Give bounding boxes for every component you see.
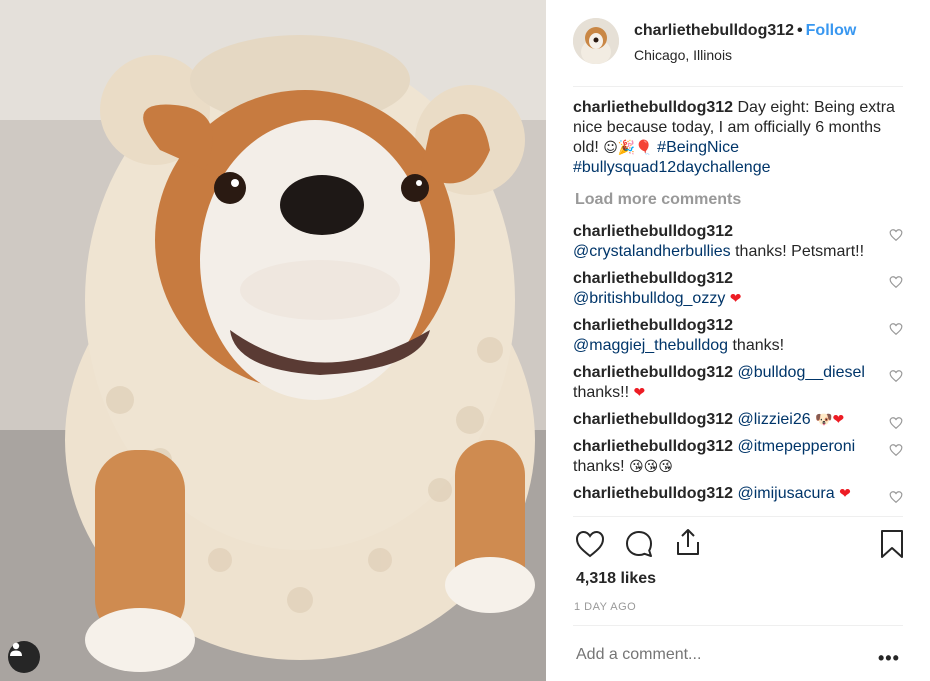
comment-username[interactable]: charliethebulldog312 — [573, 364, 733, 381]
likes-count[interactable]: 4,318 likes — [576, 570, 656, 588]
comment-text: thanks! — [732, 337, 785, 354]
comment-mention[interactable]: @crystalandherbullies — [573, 243, 731, 260]
comment-username[interactable]: charliethebulldog312 — [573, 438, 733, 455]
comment-item: charliethebulldog312 @britishbulldog_ozz… — [573, 269, 903, 309]
caption-emojis: ☺🎉🎈 — [603, 140, 653, 156]
comment-like-heart-icon[interactable] — [889, 443, 903, 457]
username-link[interactable]: charliethebulldog312 — [634, 22, 794, 39]
comment-username[interactable]: charliethebulldog312 — [573, 223, 733, 240]
avatar[interactable] — [573, 18, 619, 64]
comment-item: charliethebulldog312 @itmepepperoni than… — [573, 437, 903, 477]
add-comment-input[interactable] — [576, 646, 836, 664]
bookmark-icon[interactable] — [876, 528, 908, 560]
comment-bubble-icon[interactable] — [623, 528, 655, 560]
comment-like-heart-icon[interactable] — [889, 416, 903, 430]
comment-item: charliethebulldog312 @bulldog__diesel th… — [573, 363, 903, 403]
comment-emoji: ❤ — [633, 385, 646, 401]
separator: • — [797, 22, 803, 39]
caption-username[interactable]: charliethebulldog312 — [573, 99, 733, 116]
post-timestamp[interactable]: 1 DAY AGO — [574, 601, 636, 613]
more-options-button[interactable]: ••• — [878, 648, 900, 669]
comment-mention[interactable]: @lizziei26 — [738, 411, 811, 428]
hashtag-bullysquad[interactable]: #bullysquad12daychallenge — [573, 159, 771, 176]
comment-username[interactable]: charliethebulldog312 — [573, 411, 733, 428]
add-comment-divider — [573, 625, 903, 626]
actions-divider — [573, 516, 903, 517]
comment-username[interactable]: charliethebulldog312 — [573, 270, 733, 287]
comment-like-heart-icon[interactable] — [889, 322, 903, 336]
avatar-image — [573, 18, 619, 64]
caption: charliethebulldog312 Day eight: Being ex… — [573, 98, 903, 178]
post-panel: charliethebulldog312 • Follow Chicago, Ill… — [546, 0, 930, 681]
comment-mention[interactable]: @bulldog__diesel — [738, 364, 865, 381]
user-tag-button[interactable] — [8, 641, 40, 673]
comment-item: charliethebulldog312 @crystalandherbulli… — [573, 222, 903, 262]
username-row: charliethebulldog312 • Follow — [634, 22, 856, 40]
action-bar — [573, 524, 903, 564]
comment-item: charliethebulldog312 @imijusacura ❤ — [573, 484, 903, 504]
hashtag-beingnice[interactable]: #BeingNice — [657, 139, 739, 156]
header-divider — [573, 86, 903, 87]
comment-emoji: 🐶❤ — [815, 412, 845, 428]
post-photo[interactable] — [0, 0, 546, 681]
comment-emoji: 😘😘😘 — [629, 459, 673, 475]
comment-like-heart-icon[interactable] — [889, 490, 903, 504]
heart-icon[interactable] — [574, 528, 606, 560]
comment-username[interactable]: charliethebulldog312 — [573, 317, 733, 334]
comment-mention[interactable]: @imijusacura — [738, 485, 835, 502]
bulldog-illustration — [0, 0, 546, 681]
post-header: charliethebulldog312 • Follow Chicago, Ill… — [573, 16, 903, 88]
comment-like-heart-icon[interactable] — [889, 369, 903, 383]
follow-button[interactable]: Follow — [806, 22, 857, 39]
comment-mention[interactable]: @maggiej_thebulldog — [573, 337, 728, 354]
comment-username[interactable]: charliethebulldog312 — [573, 485, 733, 502]
location-link[interactable]: Chicago, Illinois — [634, 47, 732, 63]
comment-text: thanks! Petsmart!! — [735, 243, 865, 260]
comment-text: thanks! — [573, 458, 625, 475]
comment-item: charliethebulldog312 @lizziei26 🐶❤ — [573, 410, 903, 430]
share-icon[interactable] — [672, 526, 704, 558]
comment-mention[interactable]: @itmepepperoni — [738, 438, 856, 455]
load-more-comments-button[interactable]: Load more comments — [575, 190, 903, 210]
comment-like-heart-icon[interactable] — [889, 228, 903, 242]
comment-emoji: ❤ — [839, 486, 851, 502]
comment-emoji: ❤ — [729, 291, 742, 307]
user-icon — [10, 642, 22, 656]
comment-item: charliethebulldog312 @maggiej_thebulldog… — [573, 316, 903, 356]
comment-text: thanks!! — [573, 384, 630, 401]
comment-like-heart-icon[interactable] — [889, 275, 903, 289]
comments-list[interactable]: charliethebulldog312 Day eight: Being ex… — [573, 98, 903, 514]
comment-mention[interactable]: @britishbulldog_ozzy — [573, 290, 725, 307]
